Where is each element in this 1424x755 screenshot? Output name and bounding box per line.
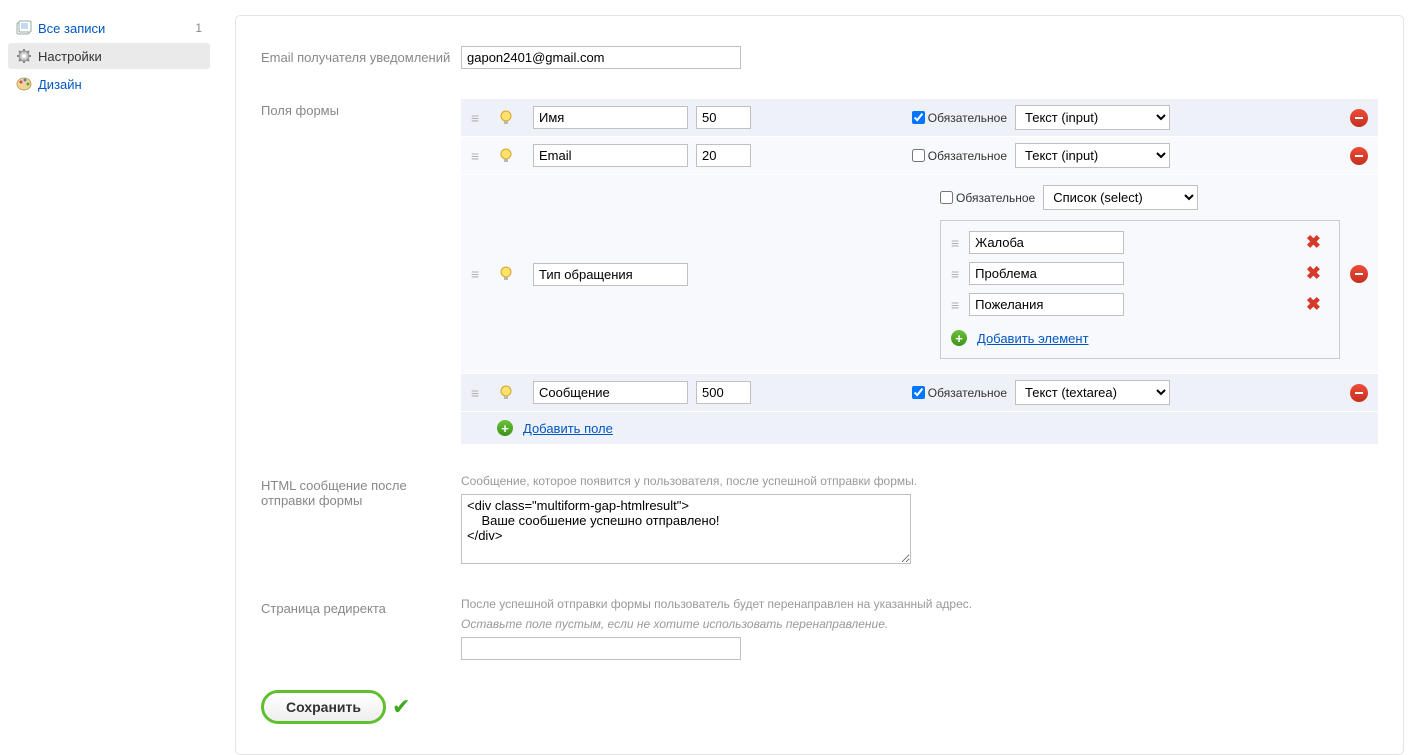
select-options-panel: ≡ ✖ ≡ ✖ — [940, 220, 1340, 359]
redirect-hint2: Оставьте поле пустым, если не хотите исп… — [461, 617, 1378, 631]
select-option-input[interactable] — [969, 293, 1124, 316]
main-panel: Email получателя уведомлений Поля формы … — [215, 0, 1424, 694]
form-field-row: ≡ Обязательное Текст (input) — [461, 137, 1378, 175]
email-recipient-label: Email получателя уведомлений — [261, 46, 461, 65]
redirect-hint1: После успешной отправки формы пользовате… — [461, 597, 1378, 611]
select-option-row: ≡ ✖ — [951, 262, 1329, 285]
sidebar-item-label: Дизайн — [38, 77, 202, 92]
html-message-label: HTML сообщение после отправки формы — [261, 474, 461, 508]
drag-handle-icon[interactable]: ≡ — [951, 297, 959, 313]
sidebar-item-label: Все записи — [38, 21, 195, 36]
field-type-select[interactable]: Список (select) — [1043, 185, 1198, 210]
add-field-link[interactable]: Добавить поле — [523, 421, 613, 436]
sidebar-item-all-records[interactable]: Все записи 1 — [8, 15, 210, 41]
bulb-icon[interactable] — [499, 385, 515, 401]
email-recipient-input[interactable] — [461, 46, 741, 69]
bulb-icon[interactable] — [499, 110, 515, 126]
remove-field-button[interactable] — [1350, 147, 1368, 165]
success-check-icon: ✔ — [392, 694, 410, 720]
bulb-icon[interactable] — [499, 266, 515, 282]
field-size-input[interactable] — [696, 381, 751, 404]
add-field-row: Добавить поле — [461, 412, 1378, 444]
html-message-textarea[interactable] — [461, 494, 911, 564]
select-option-input[interactable] — [969, 231, 1124, 254]
form-field-row: ≡ Обязательное Текст (input) — [461, 99, 1378, 137]
remove-option-icon[interactable]: ✖ — [1306, 232, 1321, 253]
bulb-icon[interactable] — [499, 148, 515, 164]
sidebar-item-design[interactable]: Дизайн — [8, 71, 210, 97]
drag-handle-icon[interactable]: ≡ — [471, 266, 487, 282]
records-icon — [16, 20, 32, 36]
field-type-select[interactable]: Текст (textarea) — [1015, 380, 1170, 405]
html-message-hint: Сообщение, которое появится у пользовате… — [461, 474, 1378, 488]
select-option-row: ≡ ✖ — [951, 293, 1329, 316]
required-checkbox[interactable] — [912, 386, 925, 399]
form-fields-label: Поля формы — [261, 99, 461, 118]
required-checkbox[interactable] — [912, 111, 925, 124]
remove-field-button[interactable] — [1350, 384, 1368, 402]
save-button[interactable]: Сохранить — [261, 690, 386, 724]
required-label: Обязательное — [928, 386, 1007, 400]
drag-handle-icon[interactable]: ≡ — [471, 110, 487, 126]
sidebar-item-settings[interactable]: Настройки — [8, 43, 210, 69]
sidebar: Все записи 1 Настройки Дизайн — [0, 0, 215, 694]
sidebar-item-label: Настройки — [38, 49, 202, 64]
form-field-row: ≡ Обязательное Список (select) — [461, 175, 1378, 374]
field-type-select[interactable]: Текст (input) — [1015, 105, 1170, 130]
field-type-select[interactable]: Текст (input) — [1015, 143, 1170, 168]
drag-handle-icon[interactable]: ≡ — [951, 266, 959, 282]
field-name-input[interactable] — [533, 144, 688, 167]
sidebar-item-count: 1 — [195, 21, 202, 35]
required-label: Обязательное — [956, 191, 1035, 205]
redirect-label: Страница редиректа — [261, 597, 461, 616]
remove-field-button[interactable] — [1350, 265, 1368, 283]
palette-icon — [16, 76, 32, 92]
required-checkbox[interactable] — [912, 149, 925, 162]
form-field-row: ≡ Обязательное Текст (textarea) — [461, 374, 1378, 412]
field-name-input[interactable] — [533, 106, 688, 129]
field-size-input[interactable] — [696, 106, 751, 129]
gear-icon — [16, 48, 32, 64]
field-size-input[interactable] — [696, 144, 751, 167]
field-name-input[interactable] — [533, 381, 688, 404]
drag-handle-icon[interactable]: ≡ — [471, 148, 487, 164]
add-option-link[interactable]: Добавить элемент — [977, 331, 1089, 346]
add-field-icon[interactable] — [497, 420, 513, 436]
select-option-row: ≡ ✖ — [951, 231, 1329, 254]
field-name-input[interactable] — [533, 263, 688, 286]
select-option-input[interactable] — [969, 262, 1124, 285]
redirect-input[interactable] — [461, 637, 741, 660]
remove-option-icon[interactable]: ✖ — [1306, 263, 1321, 284]
add-option-icon[interactable] — [951, 330, 967, 346]
remove-option-icon[interactable]: ✖ — [1306, 294, 1321, 315]
remove-field-button[interactable] — [1350, 109, 1368, 127]
required-label: Обязательное — [928, 111, 1007, 125]
required-label: Обязательное — [928, 149, 1007, 163]
drag-handle-icon[interactable]: ≡ — [951, 235, 959, 251]
required-checkbox[interactable] — [940, 191, 953, 204]
drag-handle-icon[interactable]: ≡ — [471, 385, 487, 401]
